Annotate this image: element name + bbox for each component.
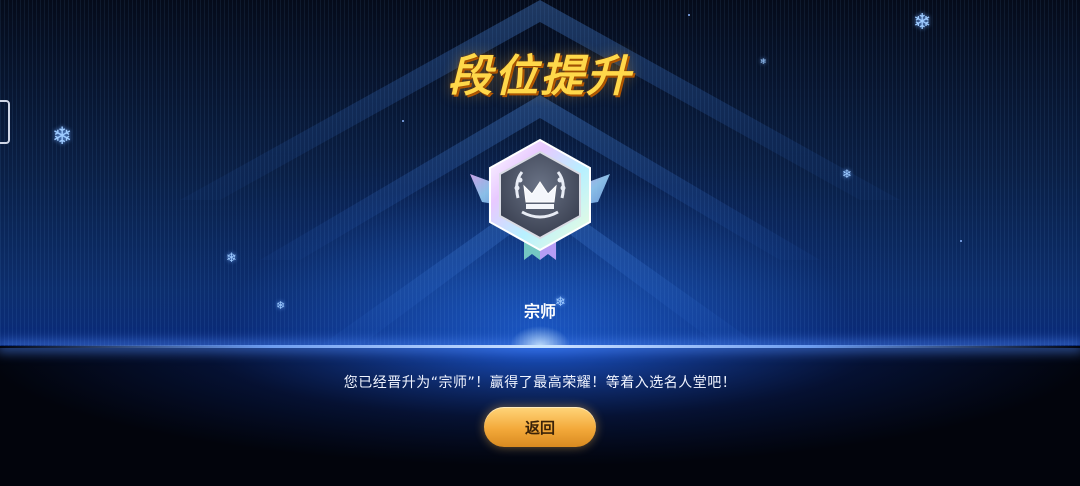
rank-up-screen: 段位提升 宗师 您已经晋升为“宗师”！赢得了最高荣耀！等着入选名人堂吧！ 返回 … [0,0,1080,486]
rank-name: 宗师 [523,302,556,321]
sparkle-dot [688,14,690,16]
snowflake-icon: ❄ [52,122,73,150]
crown-rank-badge-icon [470,138,610,260]
sparkle-dot [402,120,404,122]
sparkle-dot [960,240,962,242]
snowflake-icon: ❄ [276,299,286,312]
snowflake-icon: ❄ [842,167,853,181]
horizon-spotlight [510,318,570,348]
promotion-message: 您已经晋升为“宗师”！赢得了最高荣耀！等着入选名人堂吧！ [343,375,737,391]
snowflake-icon: ❄ [913,10,932,35]
snowflake-icon: ❄ [226,251,237,266]
snowflake-icon: ❄ [760,57,767,66]
page-title: 段位提升 [448,51,632,102]
side-tab-handle-icon[interactable] [0,100,10,144]
snowflake-icon: ❄ [555,295,566,310]
return-button[interactable]: 返回 [484,407,596,447]
